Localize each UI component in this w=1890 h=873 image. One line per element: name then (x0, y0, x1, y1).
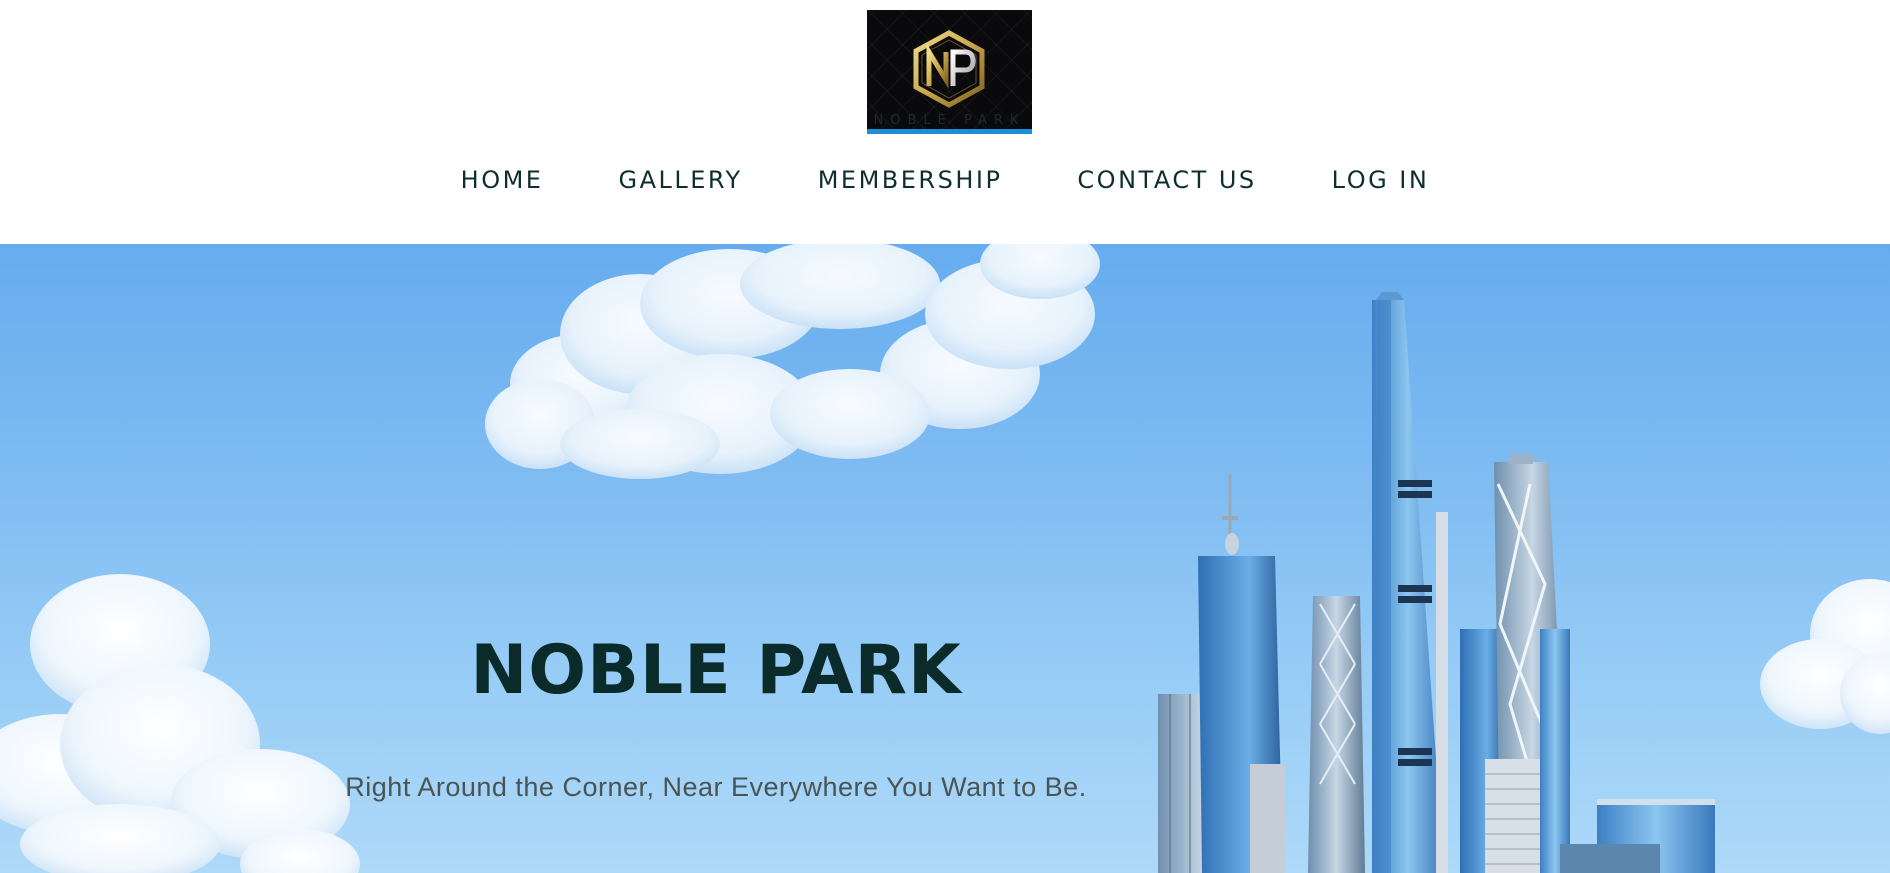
cloud-top (485, 244, 1100, 479)
logo-accent-bar (867, 129, 1032, 134)
logo-wordmark: NOBLE PARK (873, 113, 1026, 128)
main-nav: HOME GALLERY MEMBERSHIP CONTACT US LOG I… (0, 166, 1890, 194)
nav-gallery[interactable]: GALLERY (618, 166, 742, 194)
nav-log-in[interactable]: LOG IN (1332, 166, 1430, 194)
hero-subtitle: Right Around the Corner, Near Everywhere… (345, 772, 1087, 802)
hero-banner: NOBLE PARK Right Around the Corner, Near… (0, 244, 1890, 873)
site-logo[interactable]: NOBLE PARK (867, 10, 1032, 134)
cloud-right (1760, 579, 1890, 734)
nav-contact-us[interactable]: CONTACT US (1077, 166, 1256, 194)
site-header: NOBLE PARK HOME GALLERY MEMBERSHIP CONTA… (0, 0, 1890, 244)
nav-membership[interactable]: MEMBERSHIP (818, 166, 1003, 194)
hero-title: NOBLE PARK (470, 631, 962, 710)
cloud-bottom-left (0, 574, 360, 873)
nav-home[interactable]: HOME (461, 166, 544, 194)
